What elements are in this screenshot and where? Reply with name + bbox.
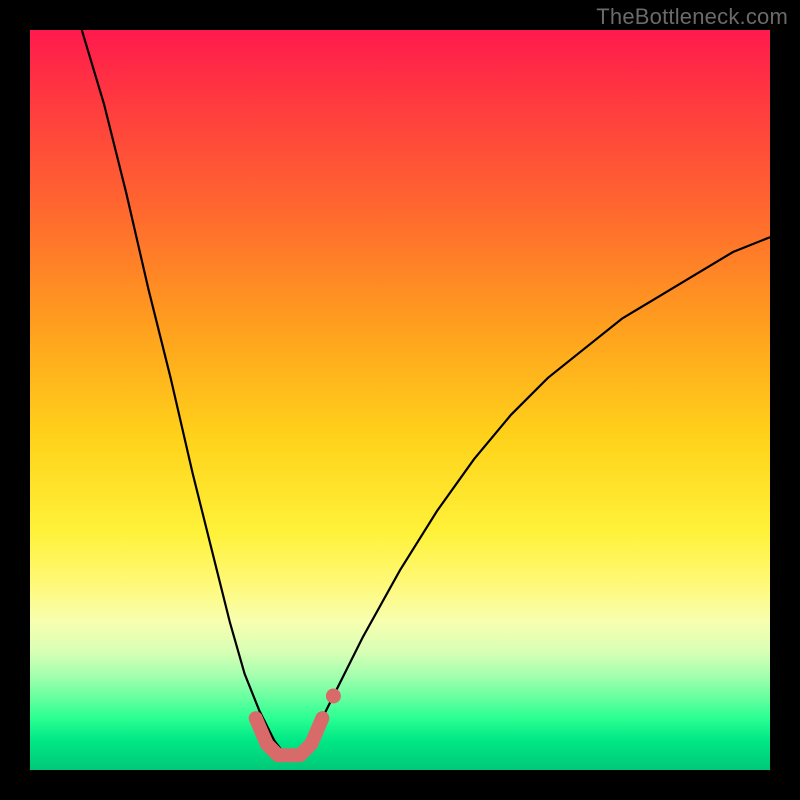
outer-frame: TheBottleneck.com — [0, 0, 800, 800]
watermark-text: TheBottleneck.com — [596, 4, 788, 30]
bottleneck-curve — [82, 30, 770, 755]
optimal-range-marker — [256, 718, 323, 755]
plot-area — [30, 30, 770, 770]
optimal-range-end-dot — [326, 689, 341, 704]
chart-svg — [30, 30, 770, 770]
